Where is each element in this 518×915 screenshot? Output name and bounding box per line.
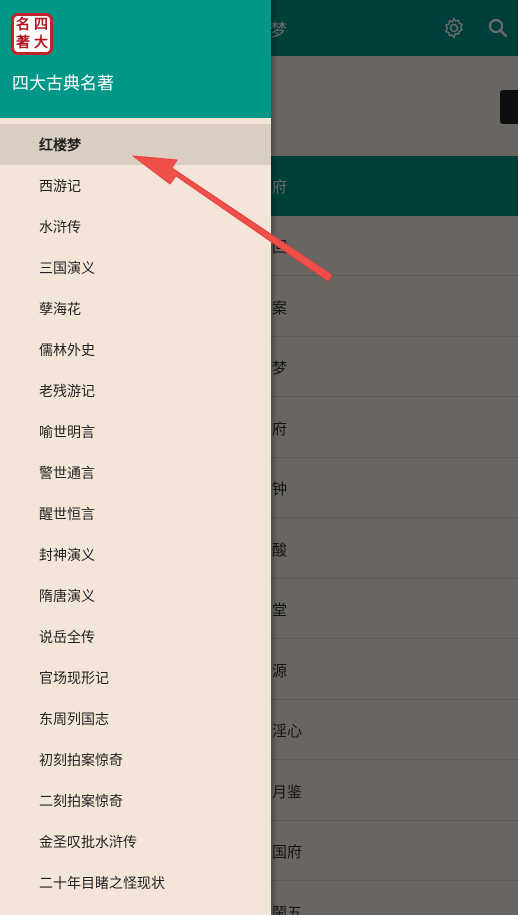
menu-item-ershinian-guaixianzhuang[interactable]: 二十年目睹之怪现状 [0, 862, 271, 903]
menu-item-dongzhouliguozhi[interactable]: 东周列国志 [0, 698, 271, 739]
menu-item-shuihuzhuan[interactable]: 水浒传 [0, 206, 271, 247]
menu-item-xingshihengyan[interactable]: 醒世恒言 [0, 493, 271, 534]
app-name: 四大古典名著 [12, 74, 114, 94]
logo-char: 著 [16, 35, 30, 51]
menu-item-chukepaianjingqi[interactable]: 初刻拍案惊奇 [0, 739, 271, 780]
menu-item-fengshenyanyi[interactable]: 封神演义 [0, 534, 271, 575]
menu-item-sanguoyanyi[interactable]: 三国演义 [0, 247, 271, 288]
menu-item-shuoyuequanzhuan[interactable]: 说岳全传 [0, 616, 271, 657]
logo-char: 名 [16, 17, 30, 33]
menu-item-suitangyanyi[interactable]: 隋唐演义 [0, 575, 271, 616]
menu-item-laocanyouji[interactable]: 老残游记 [0, 370, 271, 411]
menu-item-yushimingyan[interactable]: 喻世明言 [0, 411, 271, 452]
logo-char: 四 [34, 17, 48, 33]
app-logo: 名 四 著 大 [11, 13, 53, 55]
menu-item-jinshengtan-shuihu[interactable]: 金圣叹批水浒传 [0, 821, 271, 862]
drawer-header: 名 四 著 大 四大古典名著 [0, 0, 271, 118]
menu-item-hongloumeng[interactable]: 红楼梦 [0, 124, 271, 165]
navigation-drawer: 名 四 著 大 四大古典名著 红楼梦 西游记 水浒传 三国演义 孽海花 儒林外史… [0, 0, 271, 915]
menu-item-guanchangxianxingji[interactable]: 官场现形记 [0, 657, 271, 698]
book-menu: 红楼梦 西游记 水浒传 三国演义 孽海花 儒林外史 老残游记 喻世明言 警世通言… [0, 124, 271, 903]
menu-item-xiyouji[interactable]: 西游记 [0, 165, 271, 206]
menu-item-jingshitongyan[interactable]: 警世通言 [0, 452, 271, 493]
menu-item-niehaihua[interactable]: 孽海花 [0, 288, 271, 329]
menu-item-rulinwaishi[interactable]: 儒林外史 [0, 329, 271, 370]
menu-item-erkepaianjingqi[interactable]: 二刻拍案惊奇 [0, 780, 271, 821]
logo-char: 大 [34, 35, 48, 51]
